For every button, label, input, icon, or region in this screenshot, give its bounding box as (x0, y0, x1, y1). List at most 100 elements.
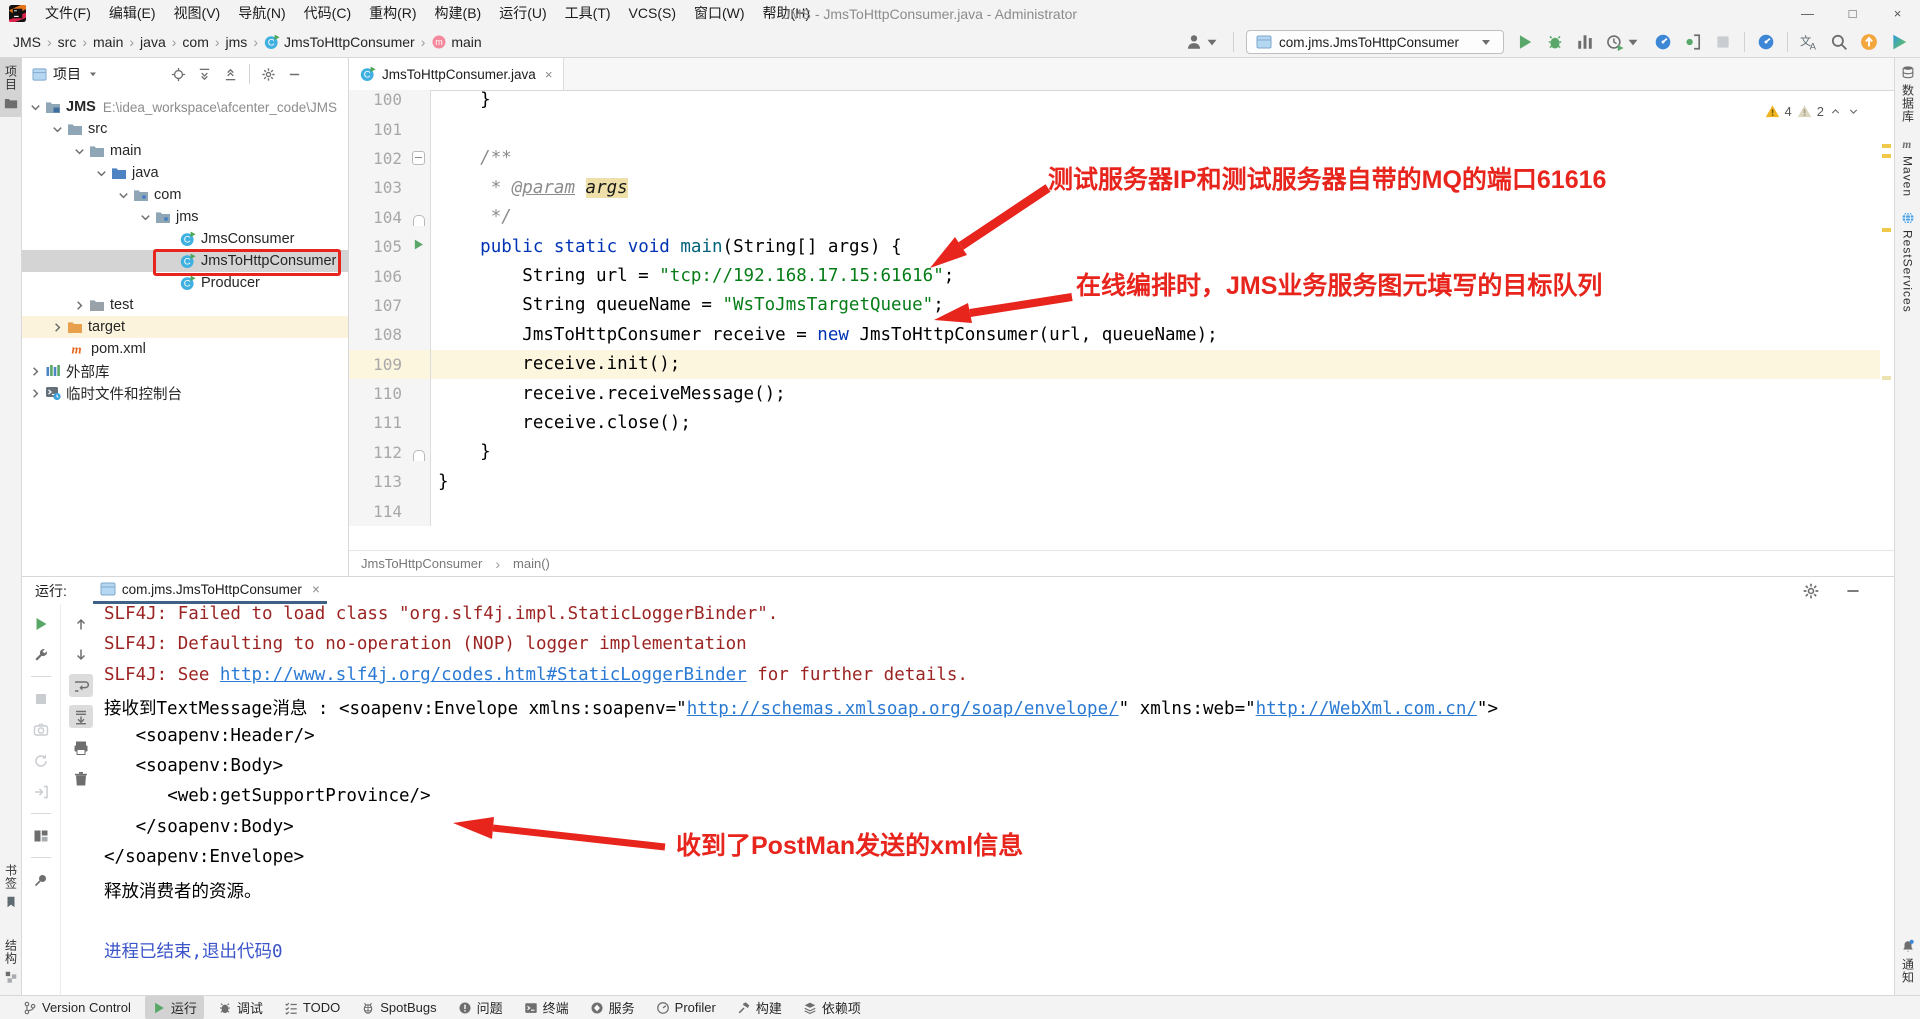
chevron-down-icon[interactable] (116, 188, 131, 203)
scroll-down-button[interactable] (69, 643, 93, 666)
menu-item-文件(F)[interactable]: 文件(F) (36, 5, 100, 21)
bottom-tab-Profiler[interactable]: Profiler (649, 998, 723, 1017)
close-button[interactable]: × (1875, 0, 1920, 27)
tree-item-target[interactable]: target (22, 316, 348, 338)
tree-item-com[interactable]: com (22, 184, 348, 206)
breadcrumb-method[interactable]: main() (513, 556, 550, 571)
tree-item-pom.xml[interactable]: mpom.xml (22, 338, 348, 360)
locate-button[interactable] (171, 67, 186, 82)
run-configuration-select[interactable]: com.jms.JmsToHttpConsumer (1246, 30, 1504, 54)
menu-item-构建(B)[interactable]: 构建(B) (426, 5, 491, 21)
code-area[interactable]: 100 }101102 /**103 * @param args104 */10… (349, 90, 1880, 551)
bottom-tab-TODO[interactable]: TODO (277, 998, 347, 1017)
menu-item-帮助(H)[interactable]: 帮助(H) (754, 5, 819, 21)
clear-all-button[interactable] (69, 767, 93, 790)
bottom-tab-依赖项[interactable]: 依赖项 (796, 996, 868, 1019)
detach-button[interactable] (29, 780, 53, 803)
profiler-snapshot-button[interactable] (29, 718, 53, 741)
tree-item-jms[interactable]: jms (22, 206, 348, 228)
settings-button[interactable] (261, 67, 276, 82)
tree-item-临时文件和控制台[interactable]: 临时文件和控制台 (22, 382, 348, 404)
chevron-down-icon[interactable] (138, 210, 153, 225)
run-tab[interactable]: com.jms.JmsToHttpConsumer × (93, 577, 327, 604)
breadcrumb-item-com[interactable]: com (181, 34, 209, 50)
minimize-button[interactable]: — (1785, 0, 1830, 27)
collapse-all-button[interactable] (223, 67, 238, 82)
menu-item-代码(C)[interactable]: 代码(C) (295, 5, 360, 21)
chevron-down-icon[interactable] (1847, 105, 1860, 118)
scroll-up-button[interactable] (69, 612, 93, 635)
tool-window-tab-Maven[interactable]: mMaven (1895, 130, 1920, 204)
soft-wrap-button[interactable] (69, 674, 93, 697)
tree-item-java[interactable]: java (22, 162, 348, 184)
menu-item-运行(U)[interactable]: 运行(U) (490, 5, 555, 21)
fold-marker-icon[interactable] (413, 450, 425, 461)
chevron-right-icon[interactable] (28, 386, 43, 401)
close-icon[interactable]: × (312, 582, 320, 597)
breadcrumb-item-java[interactable]: java (139, 34, 167, 50)
tool-window-tab-项目[interactable]: 项目 (0, 58, 21, 117)
chevron-right-icon[interactable] (50, 320, 65, 335)
stop-button[interactable] (29, 687, 53, 710)
breadcrumb-item-src[interactable]: src (57, 34, 78, 50)
breadcrumb-item-JMS[interactable]: JMS (12, 34, 42, 50)
breadcrumb-item-JmsToHttpConsumer[interactable]: CJmsToHttpConsumer (263, 34, 416, 50)
tree-item-Producer[interactable]: CProducer (22, 272, 348, 294)
hide-button[interactable] (287, 67, 302, 82)
editor-tab[interactable]: C JmsToHttpConsumer.java × (349, 58, 564, 90)
bottom-tab-终端[interactable]: 终端 (517, 996, 576, 1019)
expand-all-button[interactable] (197, 67, 212, 82)
menu-item-窗口(W)[interactable]: 窗口(W) (685, 5, 754, 21)
tool-window-tab-数据库[interactable]: 数据库 (1895, 58, 1920, 130)
bottom-tab-问题[interactable]: 问题 (451, 996, 510, 1019)
debug-button[interactable] (1546, 33, 1564, 51)
tree-item-src[interactable]: src (22, 118, 348, 140)
settings-button[interactable] (1802, 582, 1820, 600)
chevron-down-icon[interactable] (72, 144, 87, 159)
tool-window-tab-书签[interactable]: 书签 (0, 857, 21, 916)
menu-item-编辑(E)[interactable]: 编辑(E) (100, 5, 165, 21)
fold-marker-icon[interactable] (413, 215, 425, 226)
tool-window-tab-通知[interactable]: 通知 (1895, 932, 1920, 991)
chevron-down-icon[interactable] (50, 122, 65, 137)
attach-profiler-button[interactable] (1684, 33, 1702, 51)
bottom-tab-Version Control[interactable]: Version Control (16, 998, 138, 1017)
console-link[interactable]: http://www.slf4j.org/codes.html#StaticLo… (220, 665, 747, 685)
chevron-down-icon[interactable] (94, 166, 109, 181)
run-button[interactable] (1516, 33, 1534, 51)
maximize-button[interactable]: □ (1830, 0, 1875, 27)
print-button[interactable] (69, 736, 93, 759)
scroll-to-end-button[interactable] (69, 705, 93, 728)
tree-item-JmsToHttpConsumer[interactable]: CJmsToHttpConsumer (22, 250, 348, 272)
chevron-up-icon[interactable] (1829, 105, 1842, 118)
console-output[interactable]: SLF4J: Failed to load class "org.slf4j.i… (100, 604, 1894, 995)
menu-item-视图(V)[interactable]: 视图(V) (165, 5, 230, 21)
profiler-gauge-button[interactable] (1654, 33, 1672, 51)
search-button[interactable] (1830, 33, 1848, 51)
breadcrumb-class[interactable]: JmsToHttpConsumer (361, 556, 482, 571)
breadcrumb-item-jms[interactable]: jms (225, 34, 249, 50)
bottom-tab-SpotBugs[interactable]: SpotBugs (354, 998, 443, 1017)
menu-item-VCS(S)[interactable]: VCS(S) (620, 5, 685, 21)
restore-layout-button[interactable] (29, 824, 53, 847)
chevron-right-icon[interactable] (72, 298, 87, 313)
bottom-tab-调试[interactable]: 调试 (211, 996, 270, 1019)
ide-logo-button[interactable] (1890, 33, 1908, 51)
tool-window-tab-RestServices[interactable]: RestServices (1895, 204, 1920, 320)
pin-tab-button[interactable] (29, 868, 53, 891)
fold-marker-icon[interactable] (412, 151, 425, 165)
tree-item-外部库[interactable]: 外部库 (22, 360, 348, 382)
translate-button[interactable]: 文A (1800, 33, 1818, 51)
breadcrumb-item-main[interactable]: main (92, 34, 124, 50)
hide-button[interactable] (1844, 582, 1862, 600)
user-menu-button[interactable] (1185, 33, 1221, 51)
bottom-tab-运行[interactable]: 运行 (145, 996, 204, 1019)
project-panel-title[interactable]: 项目 (53, 64, 81, 84)
metrics-gauge-button[interactable] (1757, 33, 1775, 51)
chevron-right-icon[interactable] (28, 364, 43, 379)
rerun-button[interactable] (29, 612, 53, 635)
tool-window-tab-结构[interactable]: 结构 (0, 932, 21, 991)
edit-configuration-button[interactable] (29, 643, 53, 666)
close-icon[interactable]: × (545, 67, 553, 82)
tree-item-JmsConsumer[interactable]: CJmsConsumer (22, 228, 348, 250)
